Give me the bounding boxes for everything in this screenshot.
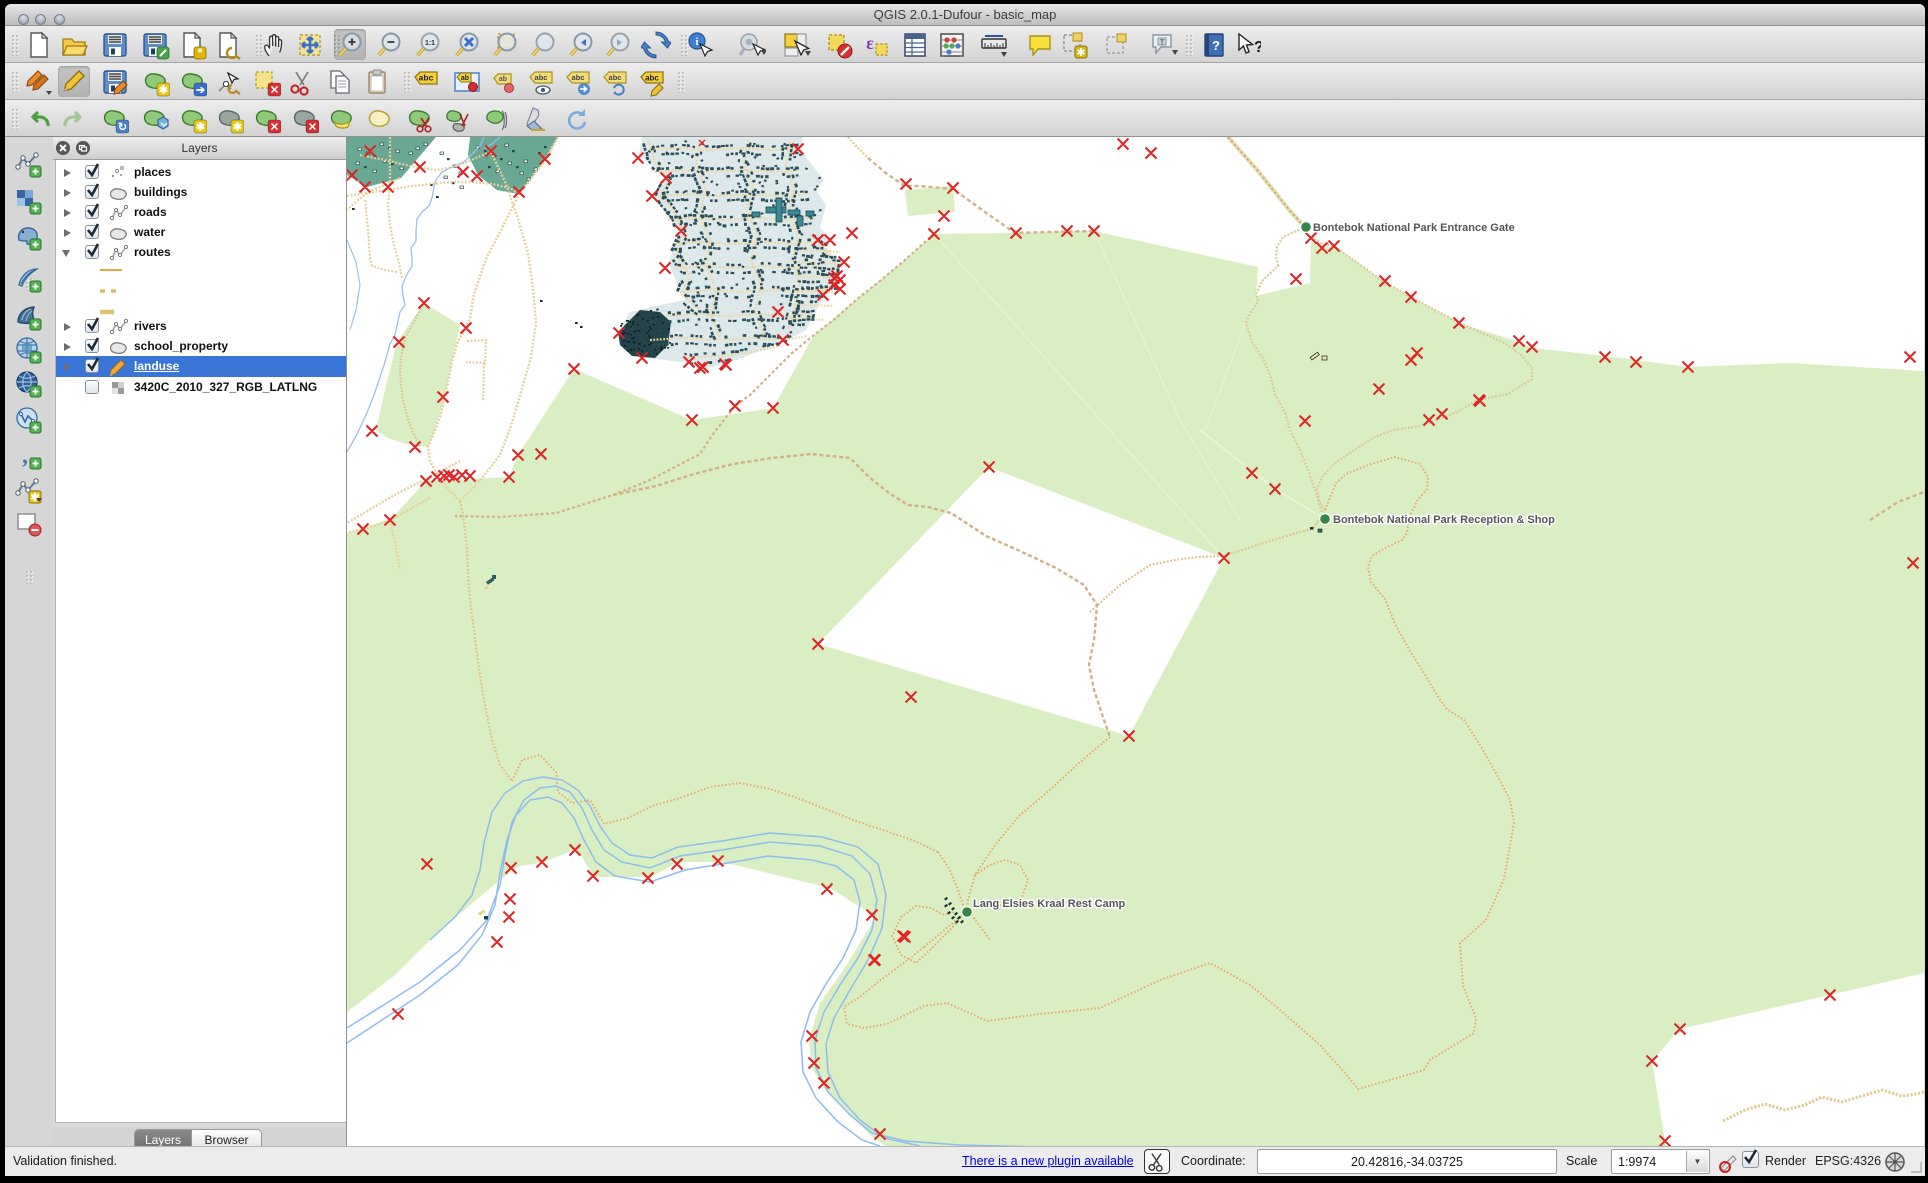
svg-text:✱: ✱	[159, 85, 168, 97]
svg-text:➔: ➔	[196, 85, 206, 97]
svg-text:ab: ab	[499, 76, 507, 83]
svg-text:?: ?	[1254, 39, 1261, 56]
svg-text:abc: abc	[609, 73, 622, 82]
svg-text:,: ,	[22, 443, 28, 469]
svg-text:✕: ✕	[308, 122, 317, 134]
svg-text:✱: ✱	[1076, 47, 1085, 59]
svg-text:✕: ✕	[270, 122, 279, 134]
svg-text:i: i	[695, 36, 698, 48]
svg-text:✕: ✕	[270, 85, 279, 97]
svg-text:✱: ✱	[233, 122, 242, 134]
svg-text:↻: ↻	[118, 122, 127, 134]
svg-text:?: ?	[1212, 38, 1220, 53]
svg-text:Bontebok National Park Entranc: Bontebok National Park Entrance Gate	[1313, 222, 1515, 234]
svg-text:Lang Elsies Kraal Rest Camp: Lang Elsies Kraal Rest Camp	[973, 898, 1126, 910]
svg-text:ab: ab	[461, 75, 469, 82]
svg-text:abc: abc	[572, 73, 585, 82]
svg-text:Bontebok National Park Recepti: Bontebok National Park Reception & Shop	[1333, 514, 1555, 526]
svg-text:abc: abc	[645, 74, 659, 83]
svg-text:abc: abc	[535, 73, 548, 82]
svg-text:T: T	[1160, 40, 1165, 47]
svg-text:✱: ✱	[196, 122, 205, 134]
svg-text:1:1: 1:1	[425, 40, 435, 47]
svg-text:abc: abc	[419, 73, 434, 83]
svg-text:ε: ε	[866, 33, 874, 53]
